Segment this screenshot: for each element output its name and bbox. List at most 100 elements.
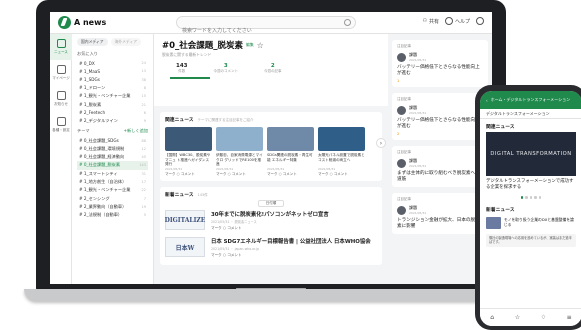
featured-card[interactable]: 注目記事 課題 2021/05/31 バッテリー価格低下とさらなる性能向上が進む 1 xyxy=(392,40,488,87)
sidebar-item-count: 88 xyxy=(141,138,146,143)
related-heading-text: 関連ニュース xyxy=(165,118,194,123)
new-news-count: 143件 xyxy=(197,193,208,197)
stat-articles[interactable]: 2 今週の記事 xyxy=(264,63,282,74)
new-news-card: 新着ニュース 143件 日付順 DIGITALIZE 30年までに脱炭素化!パソコン… xyxy=(160,187,382,265)
carousel-dot[interactable] xyxy=(534,196,537,199)
sidebar-item-theme[interactable]: # 1_地方創生（自治体） 17 xyxy=(77,178,148,186)
sidebar-item-theme[interactable]: # 0_社会課題_経済動向 45 xyxy=(77,153,148,161)
news-text: 30年までに脱炭素化!パソコンがネットゼロ宣言 2021/05/31 ・ 脱炭素ニ… xyxy=(211,210,329,231)
article-actions[interactable]: マーク ○ コメント xyxy=(318,172,365,177)
logo-icon xyxy=(58,16,71,29)
sidebar-item-theme[interactable]: # 1_観光・ベンチャー企業 22 xyxy=(77,186,148,194)
rail-label: 各種・設定 xyxy=(52,128,70,132)
article-actions[interactable]: マーク ○ コメント xyxy=(165,172,212,177)
sidebar-item-favorite[interactable]: # 1_MaaS 13 xyxy=(77,67,148,75)
news-actions[interactable]: マーク ○ コメント xyxy=(211,226,329,231)
sidebar-item-count: 24 xyxy=(141,61,146,66)
sidebar-item-label: # 0_社会課題_経済動向 xyxy=(79,154,125,160)
featured-card[interactable]: 注目記事 課題 2021/05/31 バッテリー価格低下とさらなる性能向上が進む 2 xyxy=(392,93,488,140)
sidebar-item-favorite[interactable]: # 2_デジタルツイン 9 xyxy=(77,117,148,125)
bell-icon[interactable]: ♢ xyxy=(541,314,546,321)
news-title: 30年までに脱炭素化!パソコンがネットゼロ宣言 xyxy=(211,212,329,218)
settings-icon[interactable] xyxy=(476,17,484,25)
sidebar-item-count: 9 xyxy=(143,119,146,124)
menu-icon[interactable]: ≡ xyxy=(567,314,572,321)
related-article[interactable]: SDGs関連の脱炭素・再生可能 エネルギー特集 2021/05/31 マーク ○ コ… xyxy=(267,127,314,177)
user-icon xyxy=(56,65,66,74)
article-actions[interactable]: マーク ○ コメント xyxy=(267,172,314,177)
edit-tag[interactable]: 編集 xyxy=(246,42,254,48)
search-icon[interactable] xyxy=(344,19,351,26)
user-info: 課題 2021/05/31 xyxy=(409,105,426,115)
carousel-dot[interactable] xyxy=(529,196,533,199)
stat-comments[interactable]: 3 今週のコメント xyxy=(213,63,238,74)
news-actions[interactable]: マーク ○ コメント xyxy=(211,253,371,258)
sidebar-item-theme[interactable]: # 2_業界動向（自動車） 19 xyxy=(77,203,148,211)
sidebar-item-favorite[interactable]: # 1_ドローン 8 xyxy=(77,84,148,92)
app-logo[interactable]: A news xyxy=(58,16,106,29)
add-theme-button[interactable]: +新しく追加 xyxy=(124,128,148,134)
tab-overseas[interactable]: 海外メディア xyxy=(110,38,142,46)
phone-tab[interactable]: デジタルトランスフォーメーション xyxy=(480,109,581,119)
related-article[interactable]: 太陽光パネル設置で脱炭素と コスト削減の両立へ 2021/05/31 マーク ○ コ… xyxy=(318,127,365,177)
share-button[interactable]: ⚇ 共有 xyxy=(422,18,439,25)
help-button[interactable]: ヘルプ xyxy=(444,17,470,25)
bookmark-icon[interactable]: ☆ xyxy=(515,314,520,321)
phone-hero-image[interactable]: DIGITAL TRANSFORMATION xyxy=(486,132,576,176)
phone-news-item[interactable]: モノを取り扱う企業のDXと基盤整備を論じる xyxy=(480,215,581,231)
phone-related-heading: 関連ニュース xyxy=(486,125,515,130)
sidebar-item-count: 15 xyxy=(141,94,146,99)
article-caption: 伊藤忠、自家消費電源とマイクロ グリッドでRE100を推進 xyxy=(216,153,263,167)
home-icon[interactable]: ⌂ xyxy=(490,314,494,321)
sort-select[interactable]: 日付順 xyxy=(258,200,284,207)
new-news-list: DIGITALIZE 30年までに脱炭素化!パソコンがネットゼロ宣言 2021/05… xyxy=(165,210,377,258)
rail-item-settings[interactable]: 各種・設定 xyxy=(50,112,72,138)
rail-item-news[interactable]: ニュース xyxy=(50,34,72,60)
featured-card[interactable]: 注目記事 課題 2021/05/31 トランジション金融が拡大、日本の脱炭素に影響 xyxy=(392,193,488,234)
sidebar-item-count: 17 xyxy=(141,180,146,184)
sidebar-item-theme[interactable]: # 0_社会課題_脱炭素 143 xyxy=(77,161,148,170)
related-article[interactable]: 【国際】WBC30、脱炭素やマニュ ト推進へガイダンス発行 2021/05/31 マ… xyxy=(165,127,212,177)
phone-hero-caption[interactable]: デジタルトランスフォーメーションで成功する企業を探求する xyxy=(480,176,581,193)
sidebar-item-theme[interactable]: # 0_社会課題_SDGs 88 xyxy=(77,136,148,144)
sidebar-item-label: # 1_MaaS xyxy=(79,68,101,74)
sidebar-item-favorite[interactable]: # 2_Feetech 6 xyxy=(77,109,148,117)
favorites-heading-label: お気に入り xyxy=(77,51,98,56)
carousel-dot[interactable] xyxy=(520,196,524,199)
tab-domestic[interactable]: 国内メディア xyxy=(77,38,108,46)
featured-card[interactable]: 注目記事 課題 2021/05/31 まずは主体的に取り組むべき脱炭素への道筋 xyxy=(392,146,488,187)
sidebar-item-theme[interactable]: # 0_社会課題_環境規制 12 xyxy=(77,145,148,153)
carousel-dot[interactable] xyxy=(538,196,542,199)
like-count[interactable]: 1 xyxy=(397,79,483,83)
table-row[interactable]: 日本W 日本 SDG7エネルギー目標報告書 | 公益社団法人 日本WHO協会 202… xyxy=(165,237,377,258)
carousel-next-icon[interactable]: › xyxy=(376,138,386,148)
stat-total[interactable]: 143 件数 xyxy=(176,63,187,74)
sidebar-item-favorite[interactable]: # 1_SDGs 38 xyxy=(77,76,148,84)
sidebar-item-theme[interactable]: # 1_スマートシティ 31 xyxy=(77,170,148,178)
related-heading: 関連ニュース テーマに関連する注目記事をご紹介 xyxy=(165,116,377,123)
news-text: 日本 SDG7エネルギー目標報告書 | 公益社団法人 日本WHO協会 2021/0… xyxy=(211,237,371,258)
stat-label: 今週のコメント xyxy=(213,69,238,73)
article-actions[interactable]: マーク ○ コメント xyxy=(216,172,263,177)
sidebar-item-theme[interactable]: # 2_法規制（自動車） 5 xyxy=(77,211,148,219)
sidebar-item-count: 7 xyxy=(143,196,146,201)
search-box xyxy=(176,16,356,37)
sidebar-item-label: # 2_Feetech xyxy=(79,110,106,116)
article-date: 2021/05/31 xyxy=(216,167,234,171)
like-count[interactable]: 2 xyxy=(397,132,483,136)
back-icon[interactable]: ‹ xyxy=(486,98,488,103)
sidebar-item-favorite[interactable]: # 1_脱炭素 21 xyxy=(77,100,148,108)
carousel-dot[interactable] xyxy=(525,196,528,199)
sidebar-item-favorite[interactable]: # 0_DX 24 xyxy=(77,59,148,67)
related-article[interactable]: 伊藤忠、自家消費電源とマイクロ グリッドでRE100を推進 2021/05/31 マ… xyxy=(216,127,263,177)
star-icon[interactable]: ☆ xyxy=(257,41,264,50)
related-news-card: 関連ニュース テーマに関連する注目記事をご紹介 【国際】WBC30、脱炭素やマニュ… xyxy=(160,112,386,181)
sidebar-item-label: # 0_社会課題_環境規制 xyxy=(79,145,125,151)
rail-item-notifications[interactable]: お知らせ xyxy=(50,86,72,112)
sidebar-item-theme[interactable]: # 2_センシング 7 xyxy=(77,194,148,202)
sidebar-item-favorite[interactable]: # 1_観光・ベンチャー企業 15 xyxy=(77,92,148,100)
table-row[interactable]: DIGITALIZE 30年までに脱炭素化!パソコンがネットゼロ宣言 2021/05… xyxy=(165,210,377,231)
article-date: 2021/05/31 xyxy=(165,167,183,171)
rail-item-mypage[interactable]: マイページ xyxy=(50,60,72,86)
rail-label: ニュース xyxy=(54,50,68,54)
